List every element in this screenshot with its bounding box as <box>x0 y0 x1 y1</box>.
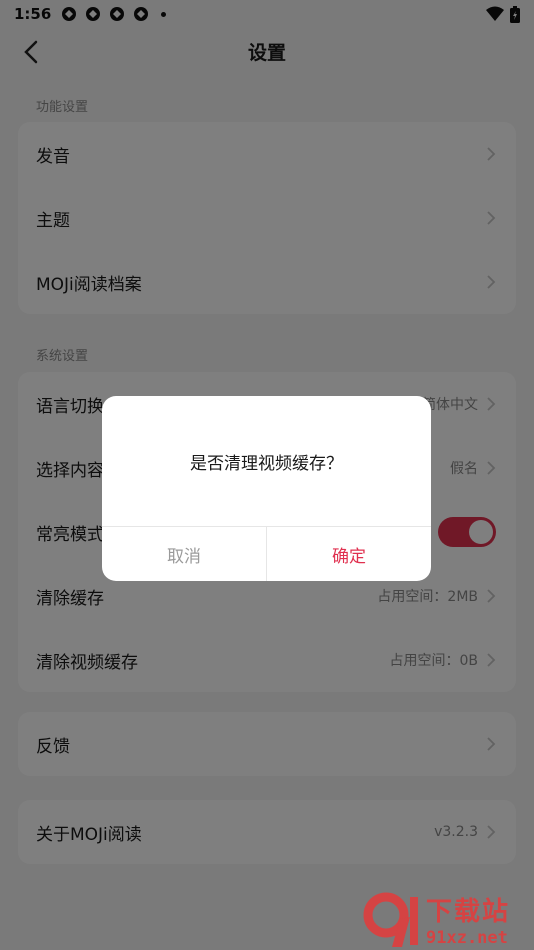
site-watermark: 下载站 91xz.net <box>362 888 534 950</box>
watermark-top: 下载站 <box>426 896 511 927</box>
dialog-buttons: 取消 确定 <box>102 527 431 581</box>
dialog-message: 是否清理视频缓存？ <box>102 396 431 527</box>
watermark-bottom: 91xz.net <box>426 927 508 948</box>
cancel-button[interactable]: 取消 <box>102 527 267 581</box>
confirm-button[interactable]: 确定 <box>267 527 431 581</box>
watermark-logo-icon <box>363 892 418 947</box>
clear-video-cache-dialog: 是否清理视频缓存？ 取消 确定 <box>102 396 431 581</box>
watermark-text: 下载站 91xz.net <box>426 891 510 948</box>
